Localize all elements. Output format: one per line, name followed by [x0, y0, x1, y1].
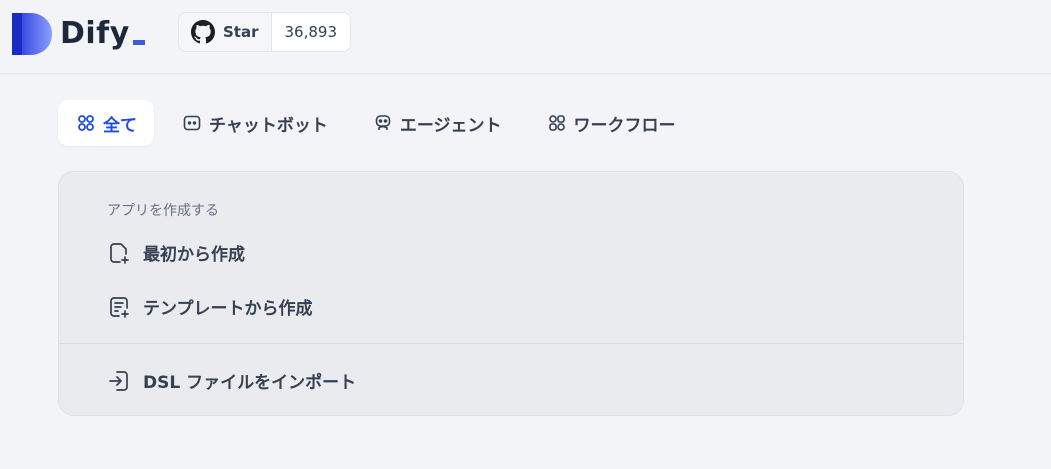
menu-divider	[59, 343, 963, 344]
create-app-card: アプリを作成する 最初から作成 テンプレートから作成 DSL ファイルをインポー…	[58, 171, 964, 416]
tab-label: 全て	[103, 115, 137, 136]
grid-icon	[78, 115, 94, 131]
github-star-button[interactable]: Star	[179, 13, 272, 51]
tab-chatbot[interactable]: チャットボット	[164, 100, 345, 146]
menu-item-label: テンプレートから作成	[143, 299, 313, 319]
github-star-count[interactable]: 36,893	[271, 13, 350, 51]
github-star-label: Star	[223, 23, 259, 41]
import-dsl-button[interactable]: DSL ファイルをインポート	[107, 368, 356, 393]
tab-label: ワークフロー	[573, 115, 676, 136]
workflow-icon	[548, 115, 565, 131]
chat-bubble-icon	[183, 115, 201, 131]
github-icon	[191, 20, 215, 44]
tab-all[interactable]: 全て	[58, 100, 154, 146]
create-from-template-button[interactable]: テンプレートから作成	[107, 294, 313, 319]
app-name: Dify	[60, 19, 145, 49]
create-from-blank-button[interactable]: 最初から作成	[107, 240, 245, 265]
create-app-section-label: アプリを作成する	[107, 203, 219, 219]
tab-label: チャットボット	[209, 115, 328, 136]
dify-logo[interactable]: Dify	[12, 12, 145, 56]
top-bar: Dify Star 36,893	[0, 0, 1051, 74]
import-icon	[109, 370, 128, 391]
tab-agent[interactable]: エージェント	[355, 100, 519, 146]
github-star-widget[interactable]: Star 36,893	[178, 12, 351, 52]
tab-label: エージェント	[399, 115, 502, 136]
robot-icon	[375, 115, 391, 130]
tab-workflow[interactable]: ワークフロー	[529, 100, 693, 146]
logo-cursor	[132, 40, 145, 45]
menu-item-label: 最初から作成	[143, 245, 245, 265]
menu-item-label: DSL ファイルをインポート	[143, 373, 357, 393]
dify-logo-icon	[12, 13, 52, 55]
file-template-icon	[110, 296, 129, 318]
file-plus-icon	[110, 242, 129, 264]
app-type-tabs: 全て チャットボット エージェント ワークフロー	[58, 100, 703, 146]
